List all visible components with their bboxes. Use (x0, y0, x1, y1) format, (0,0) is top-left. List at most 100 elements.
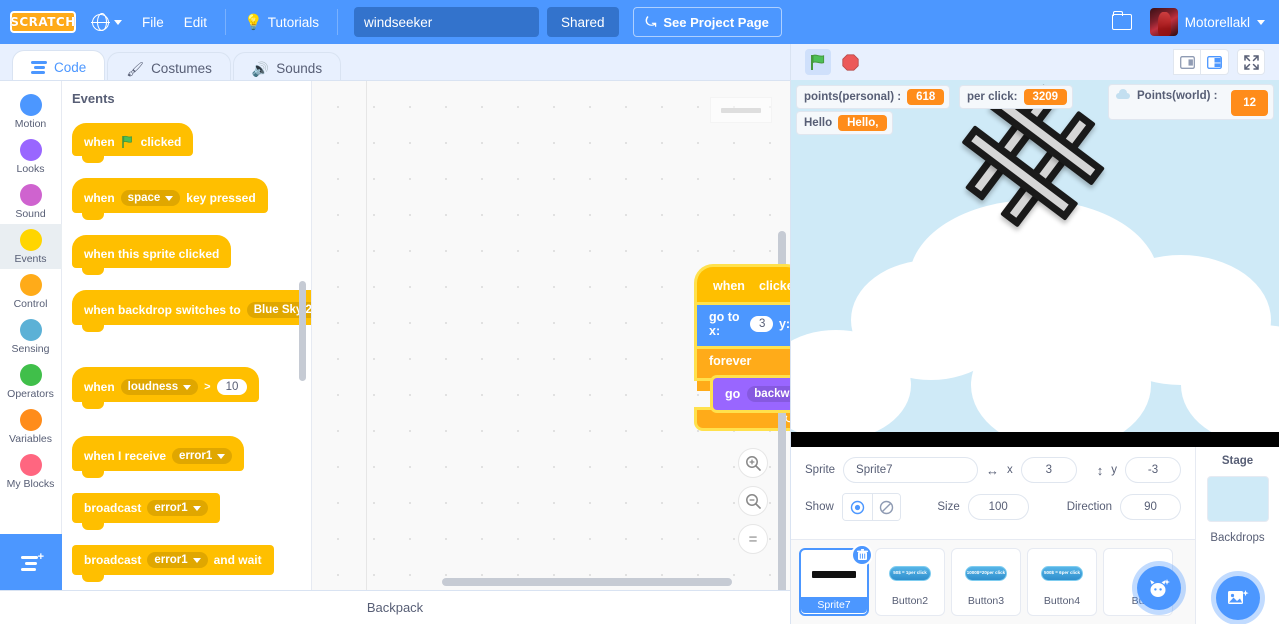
category-sound[interactable]: Sound (0, 179, 62, 224)
scratch-logo[interactable]: SCRATCH (10, 11, 76, 33)
block-when-flag-clicked[interactable]: when clicked (72, 123, 194, 163)
x-label: x (1007, 464, 1013, 476)
loudness-threshold-input[interactable]: 10 (216, 379, 248, 395)
project-title-input[interactable] (353, 7, 539, 37)
palette-block-list: when clicked when space key pressed when… (62, 107, 311, 590)
script-canvas[interactable]: when clicked go to x: 3 y: -3 forever (312, 81, 790, 590)
block-when-backdrop-switches[interactable]: when backdrop switches to Blue Sky 2 (72, 290, 311, 332)
sprite-card-sprite7[interactable]: Sprite7 (799, 544, 873, 616)
canvas-zoom-controls: = (738, 448, 768, 554)
palette-row: when loudness > 10 (62, 367, 311, 409)
monitor-value: Hello, (838, 115, 888, 131)
zoom-reset-button[interactable]: = (738, 524, 768, 554)
see-project-page-button[interactable]: ⤿ See Project Page (632, 7, 782, 37)
stage-thumbnail[interactable] (1206, 476, 1269, 522)
sprite-card-button2[interactable]: 50$ = 1per click Button2 (875, 548, 945, 616)
monitor-per-click[interactable]: per click: 3209 (959, 85, 1074, 109)
backpack-bar[interactable]: Backpack (0, 590, 790, 624)
add-sprite-button[interactable] (1137, 566, 1181, 610)
block-when-i-receive[interactable]: when I receive error1 (72, 436, 245, 478)
sprite-thumb-shape: 50$ = 1per click (889, 565, 931, 581)
x-input[interactable]: 3 (1020, 457, 1077, 483)
script-block-go-to-xy[interactable]: go to x: 3 y: -3 (697, 302, 790, 346)
small-stage-button[interactable] (1173, 49, 1201, 75)
sprite-card-button3[interactable]: 1000$=20per click Button3 (951, 548, 1021, 616)
script-clicked-label: clicked (758, 279, 790, 293)
monitor-points-personal[interactable]: points(personal) : 618 (796, 85, 951, 109)
script-block-forever[interactable]: forever (697, 346, 790, 378)
scratch-logo-text: SCRATCH (10, 15, 76, 29)
delete-sprite-button[interactable] (851, 544, 873, 566)
shared-button[interactable]: Shared (546, 7, 619, 37)
large-stage-button[interactable] (1201, 49, 1229, 75)
account-menu[interactable]: Motorellakl (1149, 8, 1269, 36)
message-dropdown[interactable]: error1 (172, 448, 233, 464)
add-extension-button[interactable]: + (0, 534, 62, 590)
eye-slash-icon (879, 500, 894, 514)
category-variables[interactable]: Variables (0, 404, 62, 449)
tab-code-label: Code (54, 60, 87, 75)
script-block-when-flag-clicked[interactable]: when clicked (697, 267, 790, 302)
script-stack[interactable]: when clicked go to x: 3 y: -3 forever (697, 267, 790, 428)
go-label: go (725, 387, 741, 401)
sprite-name-input[interactable]: Sprite7 (843, 457, 979, 483)
category-sound-label: Sound (15, 208, 46, 220)
direction-input[interactable]: 90 (1120, 494, 1181, 520)
direction-label: Direction (1066, 501, 1113, 513)
category-motion[interactable]: Motion (0, 89, 62, 134)
monitor-hello[interactable]: Hello Hello, (796, 111, 894, 135)
category-looks[interactable]: Looks (0, 134, 62, 179)
show-visible-button[interactable] (842, 494, 872, 520)
block-broadcast-and-wait[interactable]: broadcast error1 and wait (72, 545, 274, 582)
zoom-out-button[interactable] (738, 486, 768, 516)
category-my-blocks-label: My Blocks (6, 478, 55, 490)
sprite-list-column: Sprite Sprite7 ↔ x 3 ↕ y -3 Show Size 10… (791, 447, 1195, 624)
file-menu[interactable]: File (132, 10, 174, 35)
scratch-editor: SCRATCH File Edit 💡 Tutorials Shared ⤿ S… (0, 0, 1279, 624)
add-backdrop-button[interactable] (1215, 576, 1260, 620)
category-control[interactable]: Control (0, 269, 62, 314)
y-input[interactable]: -3 (1125, 457, 1182, 483)
category-sensing[interactable]: Sensing (0, 314, 62, 359)
fullscreen-button[interactable] (1237, 49, 1265, 75)
green-flag-button[interactable] (805, 49, 831, 75)
tutorials-button[interactable]: 💡 Tutorials (234, 10, 329, 35)
size-input[interactable]: 100 (967, 494, 1029, 520)
stop-button[interactable] (837, 49, 863, 75)
folder-icon[interactable] (1111, 11, 1132, 30)
category-events[interactable]: Events (0, 224, 62, 269)
layer-direction-dropdown[interactable]: backward (747, 386, 790, 402)
broadcast-wait-message-dropdown[interactable]: error1 (147, 552, 208, 568)
block-when-sprite-clicked[interactable]: when this sprite clicked (72, 235, 232, 275)
sprite-pane: Sprite Sprite7 ↔ x 3 ↕ y -3 Show Size 10… (791, 447, 1279, 624)
block-when-label: when (84, 135, 115, 149)
stage-column: store 50$ = 1per click 120$ = 3per click… (790, 44, 1279, 624)
broadcast-message-dropdown[interactable]: error1 (147, 500, 208, 516)
block-palette[interactable]: Events when clicked when space key press… (62, 81, 312, 590)
stage[interactable]: store 50$ = 1per click 120$ = 3per click… (791, 80, 1279, 447)
block-when-key-pressed[interactable]: when space key pressed (72, 178, 268, 220)
editor-tabs: Code 🖌 Costumes 🔊 Sounds (0, 44, 790, 84)
block-when-backdrop-label: when backdrop switches to (84, 303, 241, 317)
monitor-points-world[interactable]: Points(world) : 12 (1108, 84, 1274, 120)
language-menu[interactable] (82, 9, 132, 36)
sprite-thumb-shape: 1000$=20per click (965, 565, 1007, 581)
category-my-blocks[interactable]: My Blocks (0, 449, 62, 494)
zoom-in-button[interactable] (738, 448, 768, 478)
small-stage-icon (1179, 55, 1195, 69)
loudness-dropdown[interactable]: loudness (120, 379, 199, 395)
goto-x-input[interactable]: 3 (749, 316, 773, 332)
palette-scrollbar[interactable] (299, 281, 306, 381)
script-block-go-layers[interactable]: go backward 0 layers (713, 378, 790, 410)
block-when-loudness[interactable]: when loudness > 10 (72, 367, 260, 409)
canvas-horizontal-scrollbar[interactable] (442, 578, 732, 586)
key-dropdown[interactable]: space (120, 190, 181, 206)
sprite-card-button4[interactable]: 500$ = 6per click Button4 (1027, 548, 1097, 616)
editor-body: Code 🖌 Costumes 🔊 Sounds Motion Looks So… (0, 44, 1279, 624)
store-panel (791, 432, 1279, 447)
tab-code[interactable]: Code (12, 50, 106, 84)
edit-menu[interactable]: Edit (174, 10, 217, 35)
show-hidden-button[interactable] (871, 494, 901, 520)
block-broadcast[interactable]: broadcast error1 (72, 493, 220, 530)
category-operators[interactable]: Operators (0, 359, 62, 404)
